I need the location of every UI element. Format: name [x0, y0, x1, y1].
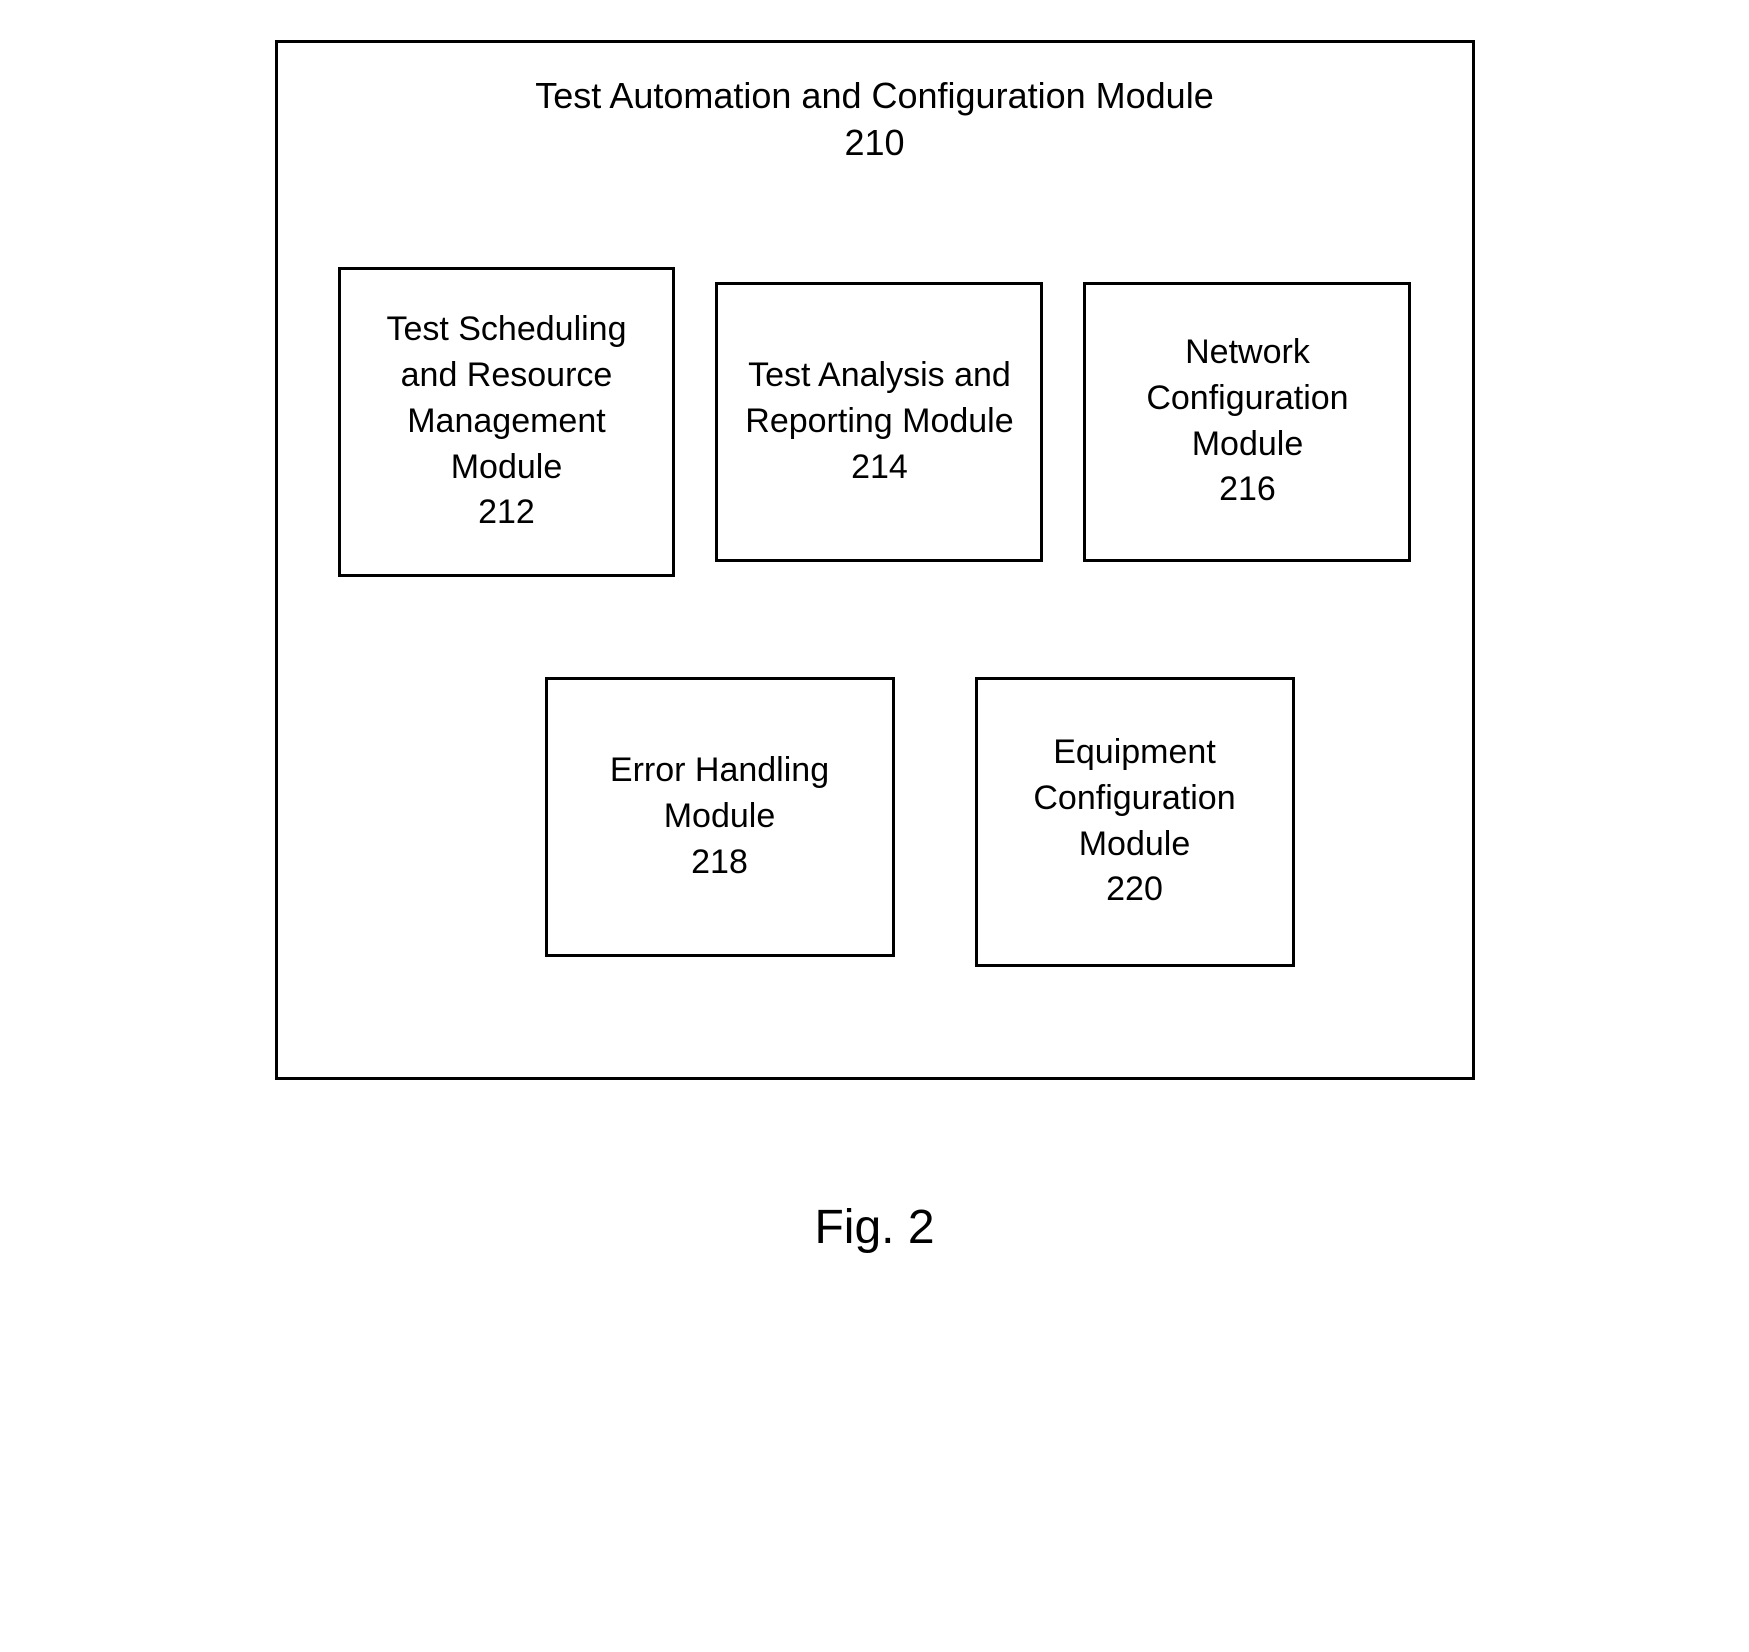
module-218-name: Error Handling Module — [610, 751, 829, 835]
outer-module-container: Test Automation and Configuration Module… — [275, 40, 1475, 1080]
module-212-name: Test Scheduling and Resource Management … — [386, 310, 626, 486]
module-216-name: Network Configuration Module — [1146, 333, 1348, 463]
bottom-row: Error Handling Module 218 Equipment Conf… — [338, 677, 1412, 967]
module-220-name: Equipment Configuration Module — [1033, 733, 1235, 863]
module-error-handling: Error Handling Module 218 — [545, 677, 895, 957]
module-214-name: Test Analysis and Reporting Module — [745, 356, 1013, 440]
main-title-text: Test Automation and Configuration Module — [535, 75, 1213, 116]
figure-label: Fig. 2 — [814, 1200, 934, 1255]
module-test-analysis: Test Analysis and Reporting Module 214 — [715, 282, 1043, 562]
top-row: Test Scheduling and Resource Management … — [338, 267, 1412, 577]
module-220-ref: 220 — [1106, 870, 1163, 908]
module-216-ref: 216 — [1219, 470, 1276, 508]
main-title-ref: 210 — [844, 122, 904, 163]
main-module-title: Test Automation and Configuration Module… — [338, 73, 1412, 167]
module-equipment-config: Equipment Configuration Module 220 — [975, 677, 1295, 967]
module-test-scheduling: Test Scheduling and Resource Management … — [338, 267, 676, 577]
module-214-ref: 214 — [851, 448, 908, 486]
module-218-ref: 218 — [691, 843, 748, 881]
module-212-ref: 212 — [478, 493, 535, 531]
module-network-config: Network Configuration Module 216 — [1083, 282, 1411, 562]
